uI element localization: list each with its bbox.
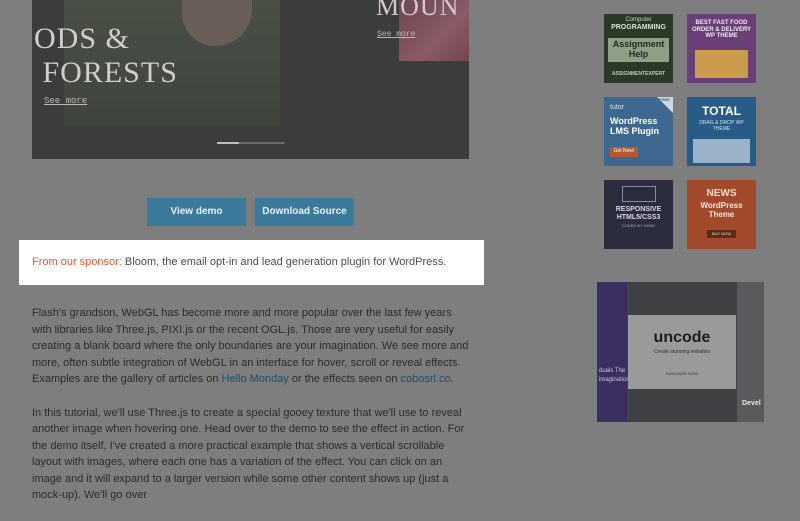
ad5-sub: CODED BY HAND	[621, 223, 656, 228]
ad4-sub: DRAG & DROP WP THEME	[699, 120, 744, 132]
see-more-link-right[interactable]: See more	[377, 30, 415, 39]
article-paragraph-2: In this tutorial, we'll use Three.js to …	[32, 406, 465, 502]
sponsor-banner[interactable]: From our sponsor: Bloom, the email opt-i…	[19, 240, 484, 285]
ad1-title: Assignment Help	[608, 38, 669, 62]
ad3-title: WordPress LMS Plugin	[610, 116, 659, 136]
paragraph-1-text-c: .	[450, 373, 454, 385]
ad5-badge	[622, 186, 656, 202]
hero-scroll-thumb[interactable]	[217, 142, 239, 144]
uncode-left-text-b: imagination	[599, 377, 630, 383]
ad3-badge: FREE	[659, 97, 670, 102]
ad6-title: NEWS	[706, 188, 737, 199]
ad2-title: BEST FAST FOOD ORDER & DELIVERY WP THEME	[691, 20, 752, 40]
uncode-sub: Create stunning websites	[653, 349, 711, 355]
ad-tutor-lms[interactable]: FREE tutor WordPress LMS Plugin Get Now!	[604, 97, 673, 166]
ad4-screenshot	[693, 139, 750, 163]
ad3-cta: Get Now!	[610, 147, 638, 157]
ad1-bottom: ASSIGNMENTEXPERT	[611, 71, 666, 77]
ad-uncode[interactable]: duals The imagination Devel uncode Creat…	[597, 282, 764, 422]
view-demo-button[interactable]: View demo	[147, 198, 246, 226]
sponsor-label: From our sponsor:	[32, 256, 122, 268]
download-source-button[interactable]: Download Source	[255, 198, 354, 226]
uncode-right-text: Devel	[742, 400, 761, 407]
hand-shape	[182, 0, 252, 46]
hello-monday-link[interactable]: Hello Monday	[222, 373, 289, 385]
uncode-left-text-a: duals The	[599, 368, 626, 374]
ad-responsive-html5[interactable]: RESPONSIVE HTML5/CSS3 CODED BY HAND	[604, 180, 673, 249]
ad4-title: TOTAL	[702, 104, 741, 118]
paragraph-1-text-b: or the effects seen on	[288, 373, 401, 385]
ad1-mid: PROGRAMMING	[611, 24, 666, 31]
ad6-cta: BUY NOW	[707, 230, 736, 239]
article-paragraph-1: Flash's grandson, WebGL has become more …	[32, 305, 469, 388]
uncode-center-box: uncode Create stunning websites DISCOVER…	[628, 315, 736, 389]
see-more-link-left[interactable]: See more	[44, 96, 87, 106]
uncode-title: uncode	[653, 329, 711, 346]
demo-preview-image: ODS & FORESTS See more MOUN See more	[32, 0, 469, 159]
ad-news-theme[interactable]: NEWS WordPress Theme BUY NOW	[687, 180, 756, 249]
sponsor-text: Bloom, the email opt-in and lead generat…	[121, 256, 447, 268]
ad-assignment-help[interactable]: Computer PROGRAMMING Assignment Help ASS…	[604, 14, 673, 83]
article-body: Flash's grandson, WebGL has become more …	[32, 305, 469, 521]
hero-title-left: ODS & FORESTS	[34, 22, 178, 89]
ad5-title: RESPONSIVE HTML5/CSS3	[615, 206, 662, 221]
cobosrl-link[interactable]: cobosrl.co	[401, 373, 451, 385]
ad3-brand: tutor	[610, 104, 625, 111]
hero-scrollbar[interactable]	[217, 142, 285, 144]
ad6-sub: WordPress Theme	[700, 201, 743, 219]
uncode-cta: DISCOVER NOW	[666, 371, 698, 376]
ad-total-theme[interactable]: TOTAL DRAG & DROP WP THEME	[687, 97, 756, 166]
ad-fast-food-theme[interactable]: BEST FAST FOOD ORDER & DELIVERY WP THEME	[687, 14, 756, 83]
hero-title-right: MOUN	[376, 0, 460, 21]
ad1-top: Computer	[625, 17, 652, 23]
ad2-screenshot	[695, 50, 748, 78]
uncode-left-panel	[597, 282, 627, 422]
